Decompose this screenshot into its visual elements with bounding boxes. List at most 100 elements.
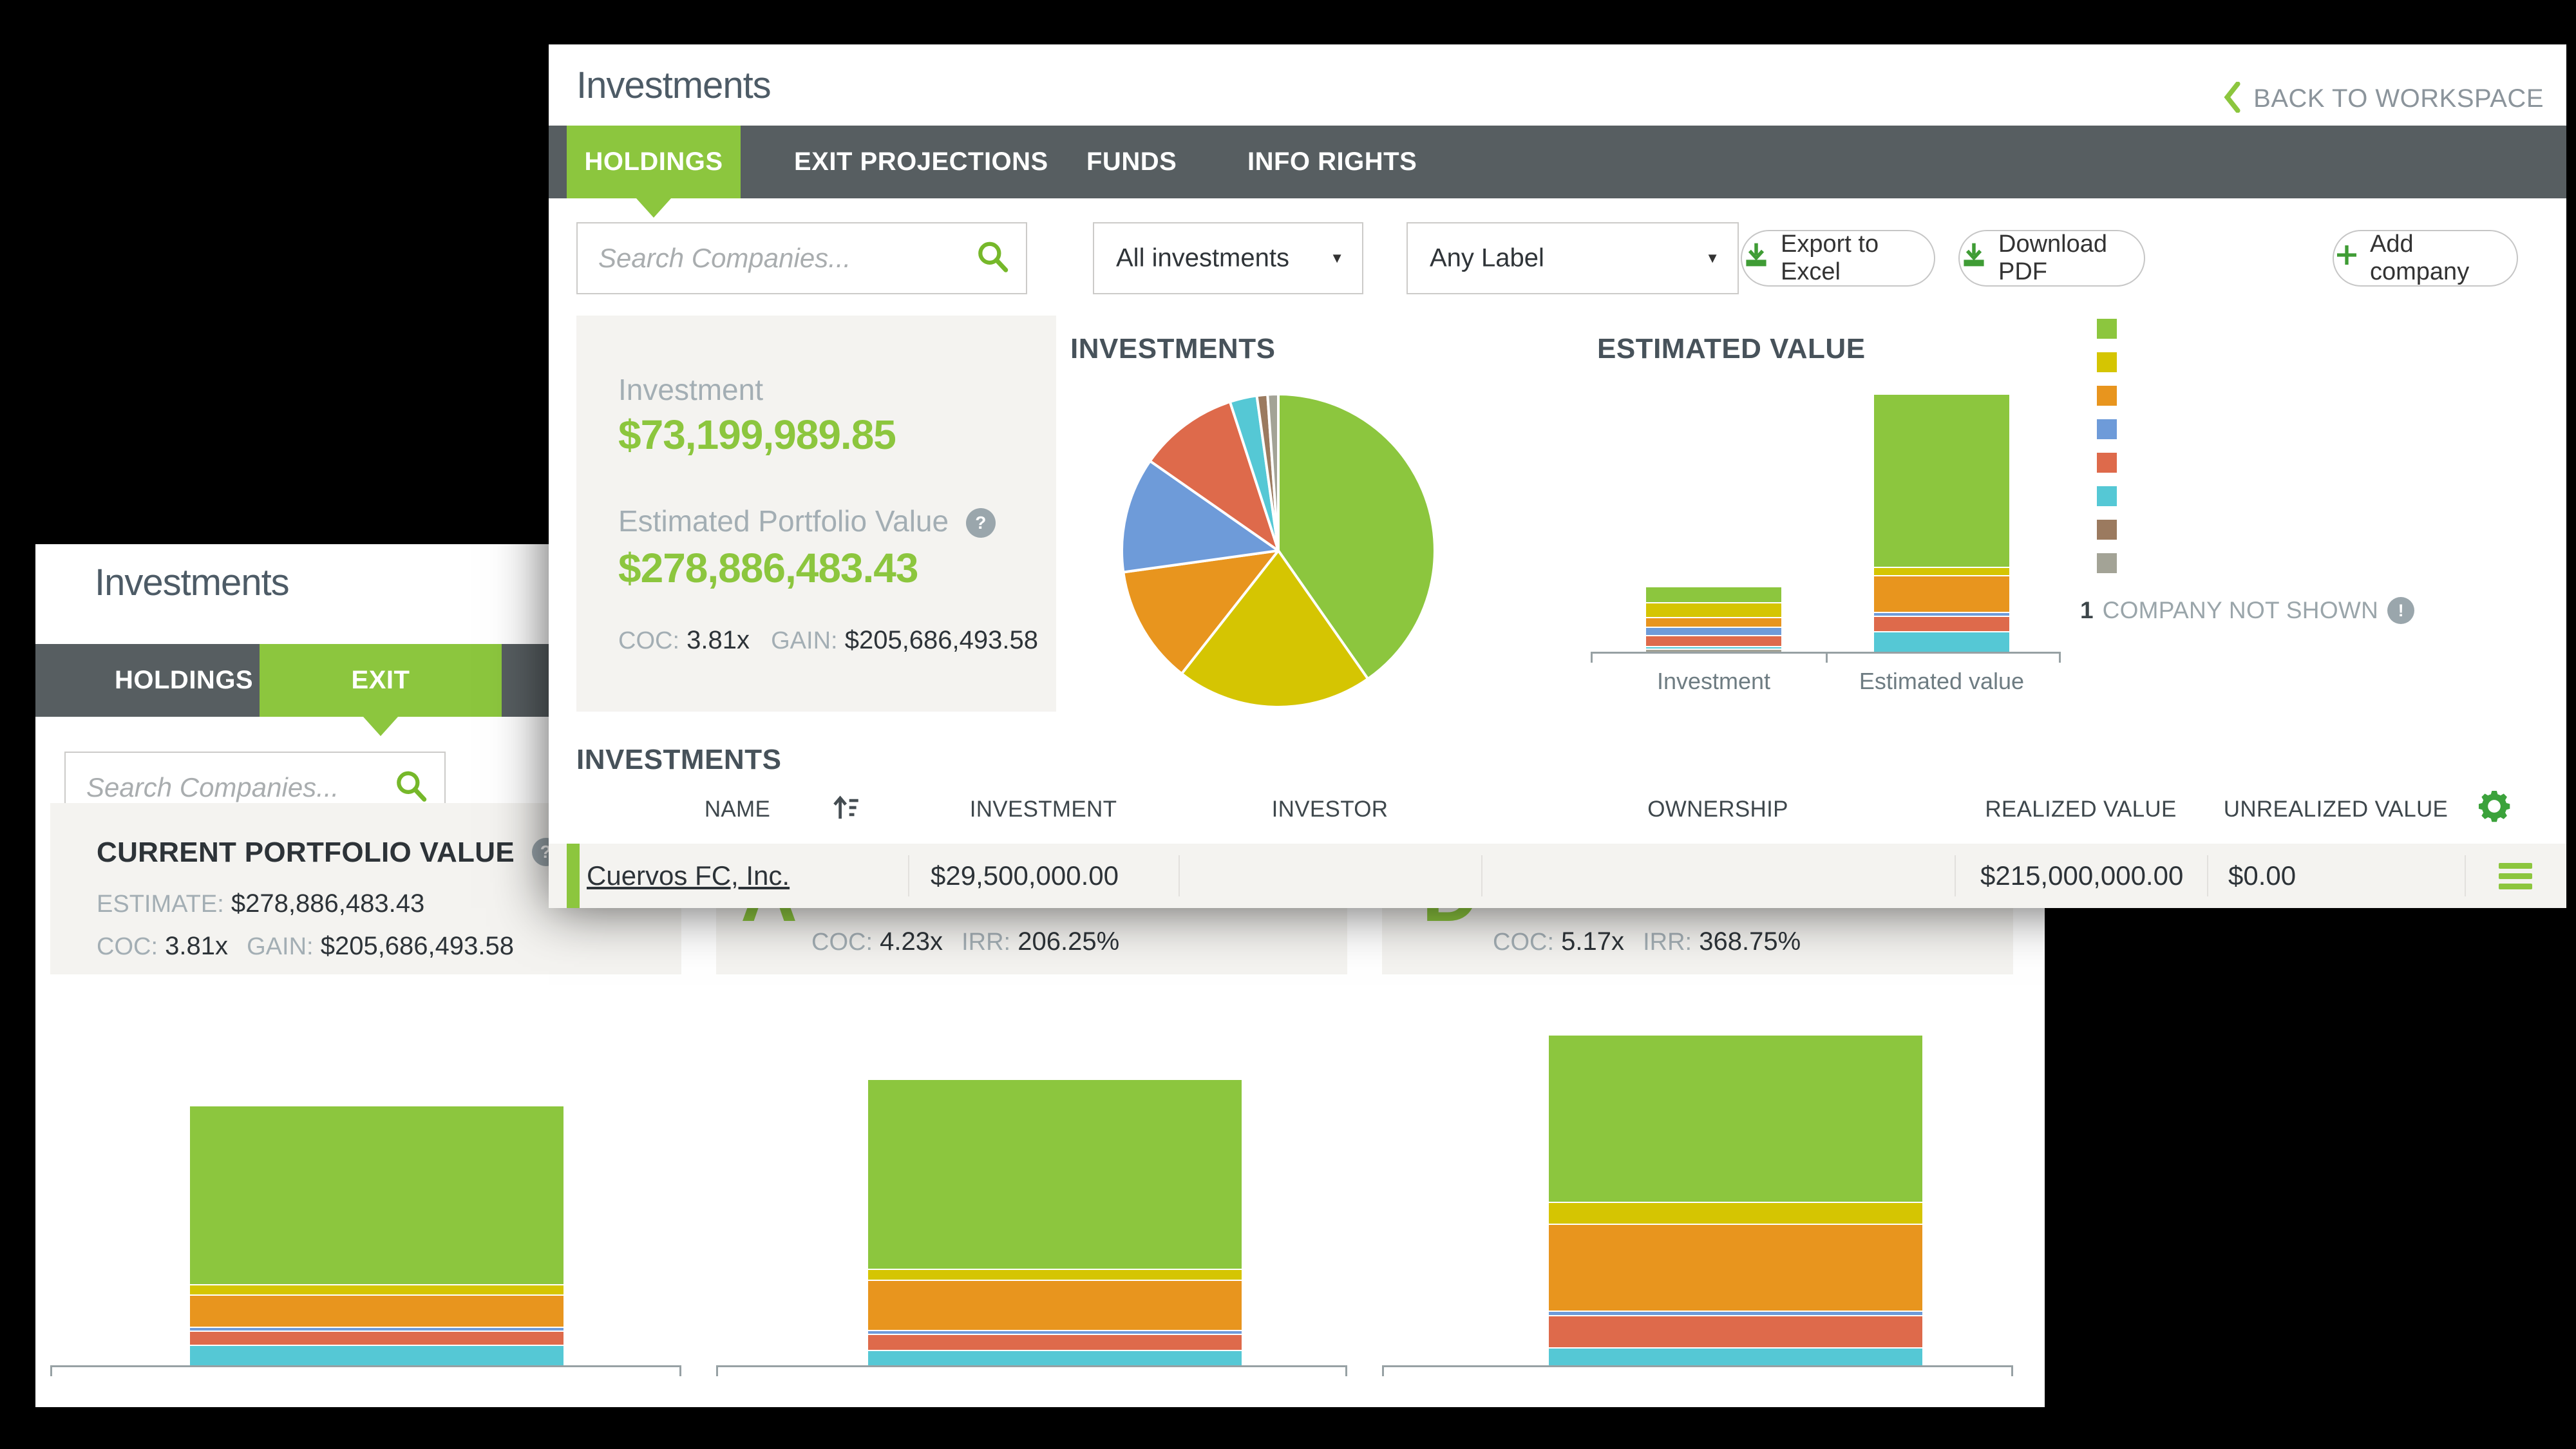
projection-bar-3[interactable]: [1549, 1036, 1922, 1365]
pie-chart-title: INVESTMENTS: [1070, 333, 1275, 365]
company-link[interactable]: Cuervos FC, Inc.: [587, 860, 790, 891]
column-divider: [1481, 855, 1482, 896]
bar-segment-orange: [1646, 618, 1781, 628]
bar-segment-yellow: [1874, 568, 2009, 576]
column-divider: [2207, 855, 2208, 896]
sort-icon[interactable]: [830, 791, 862, 827]
column-header-unrealized-value[interactable]: UNREALIZED VALUE: [2207, 797, 2465, 822]
bar-segment-green: [190, 1106, 564, 1285]
column-divider: [1955, 855, 1956, 896]
bar-segment-red: [1549, 1316, 1922, 1349]
bar-segment-orange: [868, 1281, 1242, 1331]
investment-value: $73,199,989.85: [618, 411, 896, 459]
column-divider: [2465, 855, 2466, 896]
column-header-investor[interactable]: INVESTOR: [1179, 797, 1481, 822]
bar-segment-red: [1646, 636, 1781, 647]
axis-tick: [1382, 1365, 1384, 1376]
search-placeholder: Search Companies...: [86, 772, 339, 803]
desktop-background: Investments HOLDINGS EXIT PROJECTIONS Se…: [0, 0, 2576, 1449]
bar-segment-orange: [190, 1296, 564, 1328]
row-menu-icon[interactable]: [2499, 858, 2532, 894]
alert-icon[interactable]: !: [2387, 597, 2414, 624]
legend-swatch-brown: [2097, 520, 2117, 540]
axis-tick: [50, 1365, 52, 1376]
bar-chart-title: ESTIMATED VALUE: [1597, 333, 1866, 365]
add-company-button[interactable]: Add company: [2333, 230, 2518, 287]
x-axis-label-estimated-value: Estimated value: [1845, 668, 2038, 695]
caret-down-icon: ▼: [1330, 250, 1344, 267]
projection-bar-2[interactable]: [868, 1080, 1242, 1365]
export-to-excel-button[interactable]: Export to Excel: [1741, 230, 1935, 287]
bar-segment-green: [1874, 395, 2009, 568]
coc-gain-line: COC: 3.81x GAIN: $205,686,493.58: [97, 932, 514, 961]
bar-segment-green: [868, 1080, 1242, 1270]
tab-info-rights[interactable]: INFO RIGHTS: [1247, 126, 1417, 198]
bar-segment-cyan: [868, 1351, 1242, 1365]
active-tab-pointer: [636, 198, 671, 218]
table-settings-gear-icon[interactable]: [2474, 786, 2514, 829]
tab-funds[interactable]: FUNDS: [1086, 126, 1177, 198]
download-icon: [1960, 241, 1988, 276]
tab-holdings[interactable]: HOLDINGS: [115, 644, 253, 717]
column-header-ownership[interactable]: OWNERSHIP: [1481, 797, 1955, 822]
bar-segment-orange: [1549, 1225, 1922, 1312]
bar-segment-gray: [1646, 650, 1781, 652]
cell-investment: $29,500,000.00: [931, 860, 1119, 891]
download-pdf-button[interactable]: Download PDF: [1958, 230, 2145, 287]
page-title: Investments: [95, 561, 289, 604]
search-icon: [976, 240, 1010, 278]
investments-pie-chart: [1121, 393, 1436, 708]
x-axis-label-investment: Investment: [1617, 668, 1810, 695]
legend-swatch-green: [2097, 319, 2117, 339]
bar-segment-green: [1646, 587, 1781, 603]
bar-segment-cyan: [1549, 1349, 1922, 1365]
estimate-line: ESTIMATE: $278,886,483.43: [97, 889, 424, 918]
table-row[interactable]: Cuervos FC, Inc. $29,500,000.00 $215,000…: [549, 844, 2566, 908]
column-divider: [1179, 855, 1180, 896]
cell-unrealized-value: $0.00: [2228, 860, 2296, 891]
investments-filter-dropdown[interactable]: All investments ▼: [1093, 222, 1363, 294]
axis-tick: [716, 1365, 718, 1376]
search-placeholder: Search Companies...: [598, 243, 851, 274]
cell-realized-value: $215,000,000.00: [1980, 860, 2183, 891]
active-tab-pointer: [363, 717, 398, 736]
epv-label: Estimated Portfolio Value ?: [618, 504, 996, 538]
row-status-bar: [567, 844, 580, 908]
back-to-workspace-link[interactable]: BACK TO WORKSPACE: [2222, 82, 2544, 116]
bar-segment-blue: [1549, 1312, 1922, 1316]
column-header-realized-value[interactable]: REALIZED VALUE: [1955, 797, 2207, 822]
projection-x-axis: [1382, 1365, 2013, 1367]
estimated-value-bar-estimated[interactable]: [1874, 395, 2009, 652]
column-header-investment[interactable]: INVESTMENT: [908, 797, 1179, 822]
legend-swatch-orange: [2097, 386, 2117, 406]
bar-segment-yellow: [1646, 603, 1781, 618]
coc-irr-line: COC: 5.17x IRR: 368.75%: [1493, 927, 1801, 956]
front-window: Investments BACK TO WORKSPACE HOLDINGS E…: [549, 44, 2566, 908]
projection-bar-1[interactable]: [190, 1106, 564, 1365]
tab-exit-projections[interactable]: EXIT PROJECTIONS: [260, 644, 502, 717]
bar-segment-red: [868, 1335, 1242, 1351]
bar-segment-orange: [1874, 576, 2009, 613]
search-input[interactable]: Search Companies...: [576, 222, 1027, 294]
company-not-shown-note: 1 COMPANY NOT SHOWN !: [2080, 597, 2414, 624]
search-icon: [394, 769, 429, 807]
label-filter-dropdown[interactable]: Any Label ▼: [1406, 222, 1739, 294]
axis-tick: [2011, 1365, 2013, 1376]
projection-x-axis: [716, 1365, 1347, 1367]
coc-gain-line: COC: 3.81x GAIN: $205,686,493.58: [618, 626, 1038, 655]
bar-segment-green: [1549, 1036, 1922, 1203]
page-title: Investments: [576, 64, 771, 107]
axis-tick: [679, 1365, 681, 1376]
help-icon[interactable]: ?: [966, 508, 996, 538]
tab-holdings[interactable]: HOLDINGS: [567, 126, 741, 198]
tab-exit-projections[interactable]: EXIT PROJECTIONS: [794, 126, 1048, 198]
tab-bar: HOLDINGS EXIT PROJECTIONS FUNDS INFO RIG…: [549, 126, 2566, 198]
axis-tick: [1345, 1365, 1347, 1376]
card-heading: CURRENT PORTFOLIO VALUE ?: [97, 837, 560, 869]
estimated-value-bar-investment[interactable]: [1646, 587, 1781, 652]
bar-segment-blue: [1646, 628, 1781, 636]
plus-icon: [2334, 242, 2360, 274]
table-heading: INVESTMENTS: [576, 744, 781, 776]
column-divider: [908, 855, 909, 896]
bar-segment-yellow: [1549, 1203, 1922, 1225]
